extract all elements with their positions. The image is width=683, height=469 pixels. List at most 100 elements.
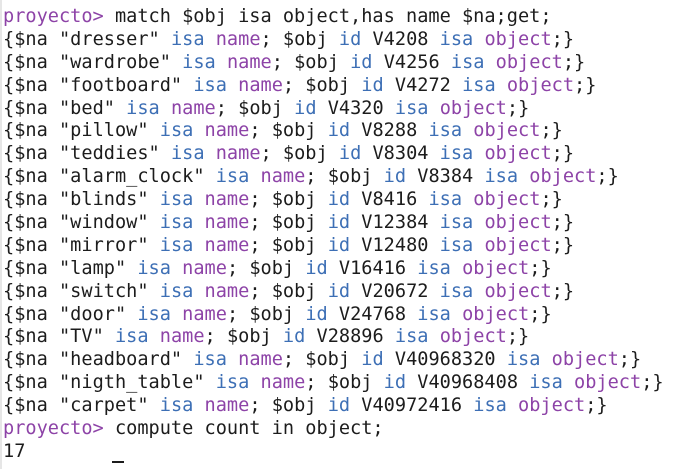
id-keyword: id [338, 143, 362, 165]
open-brace: { [3, 372, 15, 394]
object-type: object [484, 143, 552, 165]
id-keyword: id [338, 28, 362, 50]
isa-keyword: isa [215, 166, 250, 188]
name-value: "wardrobe" [58, 51, 171, 73]
result-row: {$na "dresser" isa name; $obj id V4208 i… [3, 29, 683, 52]
object-type: object [495, 51, 563, 73]
concept-id: V4272 [394, 74, 451, 96]
shell-prompt: proyecto> [3, 418, 104, 440]
terminal-window[interactable]: proyecto> match $obj isa object,has name… [0, 0, 683, 469]
isa-keyword: isa [450, 51, 485, 73]
na-variable: $na [14, 395, 59, 417]
open-brace: { [3, 51, 15, 73]
isa-keyword: isa [439, 234, 474, 256]
concept-id: V20672 [361, 280, 429, 302]
name-type: name [204, 395, 250, 417]
name-type: name [159, 326, 205, 348]
name-type: name [215, 143, 261, 165]
object-type: object [484, 234, 552, 256]
result-row: {$na "carpet" isa name; $obj id V4097241… [3, 395, 683, 418]
object-type: object [439, 97, 507, 119]
object-type: object [484, 28, 552, 50]
window-edge [0, 0, 2, 469]
compute-command-text: compute count in object; [103, 418, 384, 440]
separator: ; [282, 349, 306, 371]
isa-keyword: isa [506, 349, 541, 371]
isa-keyword: isa [159, 189, 194, 211]
close-brace: ;} [551, 280, 575, 302]
na-variable: $na [14, 349, 59, 371]
name-value: "carpet" [58, 395, 149, 417]
name-value: "headboard" [58, 349, 183, 371]
close-brace: ;} [551, 212, 575, 234]
close-brace: ;} [506, 97, 530, 119]
concept-id: V40972416 [361, 395, 463, 417]
name-value: "window" [58, 212, 149, 234]
isa-keyword: isa [159, 212, 194, 234]
id-keyword: id [294, 97, 317, 119]
isa-keyword: isa [193, 349, 227, 371]
obj-variable: $obj [226, 326, 283, 348]
id-keyword: id [305, 303, 328, 325]
id-keyword: id [327, 280, 351, 302]
isa-keyword: isa [473, 395, 507, 417]
na-variable: $na [14, 166, 59, 188]
result-row: {$na "wardrobe" isa name; $obj id V4256 … [3, 52, 683, 75]
result-row: {$na "alarm_clock" isa name; $obj id V83… [3, 166, 683, 189]
obj-variable: $obj [271, 280, 328, 302]
isa-keyword: isa [484, 166, 519, 188]
object-type: object [484, 212, 552, 234]
result-row: {$na "switch" isa name; $obj id V20672 i… [3, 281, 683, 304]
name-value: "pillow" [58, 120, 149, 142]
result-row: {$na "mirror" isa name; $obj id V12480 i… [3, 235, 683, 258]
name-value: "teddies" [58, 143, 160, 165]
concept-id: V40968320 [394, 349, 496, 371]
separator: ; [249, 120, 272, 142]
close-brace: ;} [596, 166, 619, 188]
concept-id: V8304 [372, 143, 429, 165]
isa-keyword: isa [137, 303, 171, 325]
obj-variable: $obj [305, 74, 362, 96]
close-brace: ;} [562, 51, 586, 73]
open-brace: { [3, 303, 15, 325]
na-variable: $na [14, 143, 59, 165]
separator: ; [249, 234, 272, 256]
open-brace: { [3, 97, 15, 119]
open-brace: { [3, 28, 15, 50]
concept-id: V4320 [327, 97, 384, 119]
object-type: object [473, 189, 541, 211]
name-value: "switch" [58, 280, 149, 302]
name-type: name [226, 51, 272, 73]
isa-keyword: isa [417, 257, 451, 279]
